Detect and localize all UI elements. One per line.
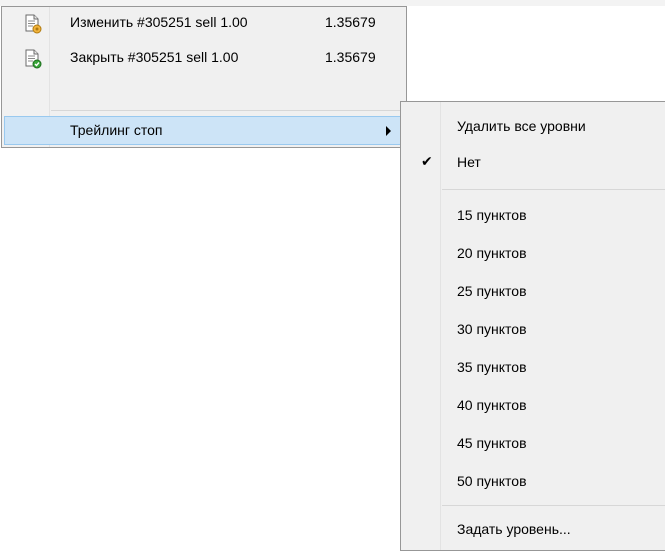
submenu-item-level[interactable]: 45 пунктов xyxy=(401,429,665,459)
submenu-item-custom-level[interactable]: Задать уровень... xyxy=(401,515,665,545)
submenu-item-label: Удалить все уровни xyxy=(457,118,586,134)
modify-order-icon xyxy=(25,14,42,34)
submenu-item-level[interactable]: 15 пунктов xyxy=(401,201,665,231)
check-icon: ✔ xyxy=(421,153,433,169)
trailing-stop-submenu: Удалить все уровни ✔ Нет 15 пунктов 20 п… xyxy=(400,101,665,551)
submenu-separator xyxy=(442,505,665,506)
submenu-item-level[interactable]: 35 пунктов xyxy=(401,353,665,383)
submenu-item-label: Задать уровень... xyxy=(457,521,571,537)
close-order-icon xyxy=(25,49,42,69)
submenu-item-delete-all[interactable]: Удалить все уровни xyxy=(401,112,665,142)
menu-item-trailing-stop[interactable]: Трейлинг стоп xyxy=(4,116,404,145)
submenu-item-level[interactable]: 30 пунктов xyxy=(401,315,665,345)
submenu-item-level[interactable]: 25 пунктов xyxy=(401,277,665,307)
submenu-item-label: 25 пунктов xyxy=(457,283,527,299)
menu-item-modify-order[interactable]: Изменить #305251 sell 1.00 1.35679 xyxy=(4,8,404,38)
submenu-item-label: 45 пунктов xyxy=(457,435,527,451)
submenu-item-level[interactable]: 20 пунктов xyxy=(401,239,665,269)
menu-item-price: 1.35679 xyxy=(325,49,376,65)
context-menu: Изменить #305251 sell 1.00 1.35679 Закры… xyxy=(1,6,407,148)
submenu-item-none[interactable]: ✔ Нет xyxy=(401,148,665,178)
submenu-item-label: 30 пунктов xyxy=(457,321,527,337)
submenu-item-label: 40 пунктов xyxy=(457,397,527,413)
submenu-item-level[interactable]: 50 пунктов xyxy=(401,467,665,497)
submenu-item-label: 35 пунктов xyxy=(457,359,527,375)
submenu-item-label: Нет xyxy=(457,154,481,170)
submenu-item-label: 20 пунктов xyxy=(457,245,527,261)
submenu-separator xyxy=(442,189,665,190)
submenu-item-label: 15 пунктов xyxy=(457,207,527,223)
menu-separator xyxy=(51,110,403,111)
menu-item-label: Закрыть #305251 sell 1.00 xyxy=(70,49,239,65)
menu-item-close-order[interactable]: Закрыть #305251 sell 1.00 1.35679 xyxy=(4,43,404,73)
menu-item-label: Трейлинг стоп xyxy=(70,122,163,138)
submenu-arrow-icon xyxy=(386,126,391,136)
menu-item-label: Изменить #305251 sell 1.00 xyxy=(70,14,248,30)
menu-item-price: 1.35679 xyxy=(325,14,376,30)
submenu-item-label: 50 пунктов xyxy=(457,473,527,489)
submenu-item-level[interactable]: 40 пунктов xyxy=(401,391,665,421)
